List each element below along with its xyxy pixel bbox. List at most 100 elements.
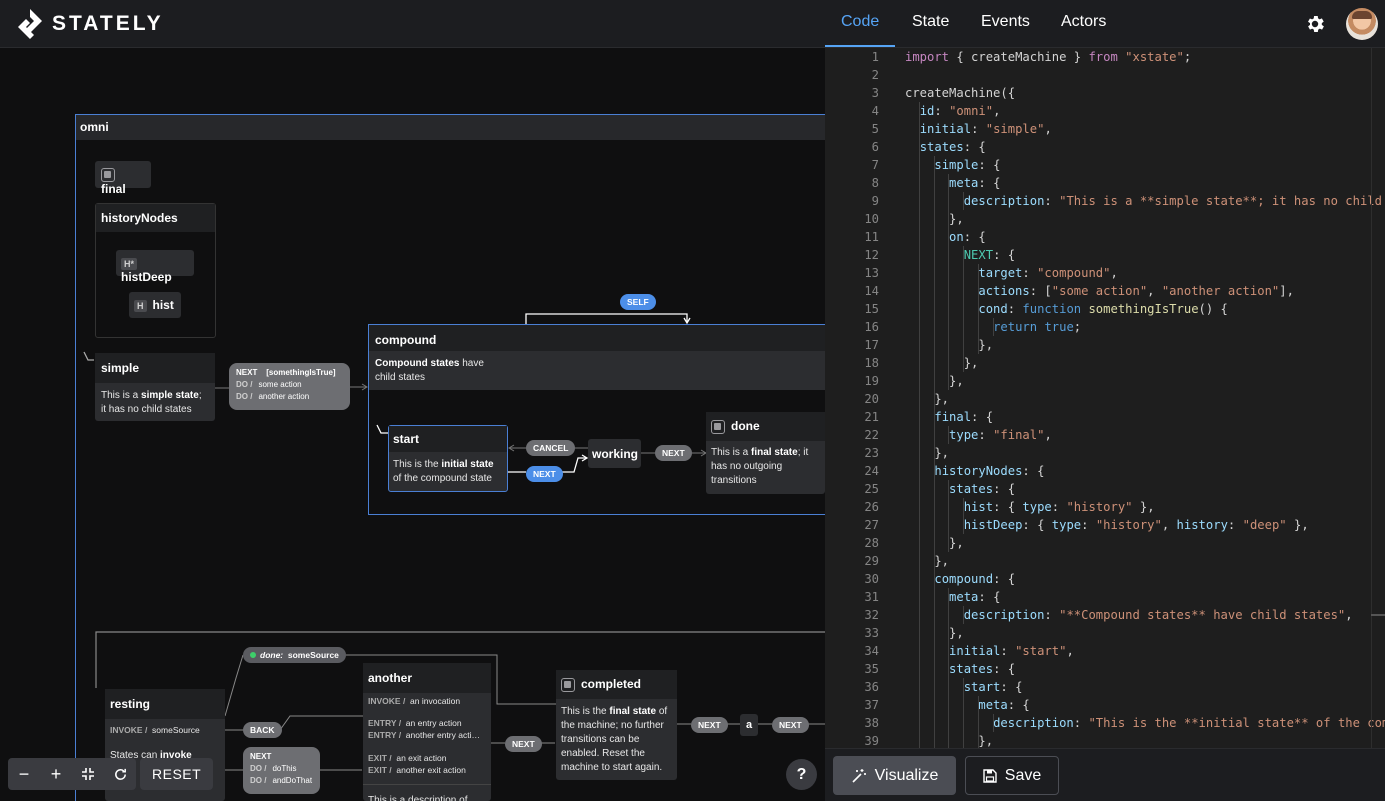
code-line[interactable]: 3 createMachine({ <box>825 84 1015 102</box>
code-line[interactable]: 5 initial: "simple", <box>825 120 1052 138</box>
code-line[interactable]: 22 type: "final", <box>825 426 1051 444</box>
line-number: 11 <box>864 230 879 244</box>
tab-actors[interactable]: Actors <box>1061 13 1106 31</box>
code-text: states: { <box>949 482 1016 496</box>
code-line[interactable]: 35 states: { <box>825 660 1015 678</box>
indent-guide <box>933 516 935 534</box>
indent-guide <box>933 462 935 480</box>
code-line[interactable]: 27 histDeep: { type: "history", history:… <box>825 516 1308 534</box>
code-line[interactable]: 17 }, <box>825 336 993 354</box>
code-line[interactable]: 15 cond: function somethingIsTrue() { <box>825 300 1228 318</box>
tab-state[interactable]: State <box>912 13 949 31</box>
code-line[interactable]: 34 initial: "start", <box>825 642 1074 660</box>
code-line[interactable]: 24 historyNodes: { <box>825 462 1044 480</box>
code-line[interactable]: 20 }, <box>825 390 949 408</box>
indent-guide <box>933 228 935 246</box>
code-line[interactable]: 16 return true; <box>825 318 1081 336</box>
transition-next-working[interactable]: NEXT <box>655 445 692 461</box>
code-line[interactable]: 32 description: "**Compound states** hav… <box>825 606 1352 624</box>
code-line[interactable]: 18 }, <box>825 354 978 372</box>
reset-view-button[interactable] <box>104 758 136 790</box>
code-line[interactable]: 2 <box>825 66 879 84</box>
tab-events[interactable]: Events <box>981 13 1030 31</box>
zoom-in-button[interactable]: + <box>40 758 72 790</box>
line-number: 30 <box>864 572 879 586</box>
code-line[interactable]: 37 meta: { <box>825 696 1029 714</box>
state-start[interactable]: start This is the initial state of the c… <box>388 425 508 492</box>
transition-next-do-this[interactable]: NEXT DO / doThis DO / andDoThat <box>243 747 320 794</box>
code-line[interactable]: 36 start: { <box>825 678 1022 696</box>
transition-next-completed[interactable]: NEXT <box>691 717 728 733</box>
state-history-nodes[interactable]: historyNodes H*histDeep Hhist <box>95 203 216 338</box>
code-line[interactable]: 21 final: { <box>825 408 993 426</box>
transition-done-source[interactable]: done: someSource <box>243 647 346 663</box>
state-simple[interactable]: simple This is a simple state; it has no… <box>95 353 215 421</box>
code-line[interactable]: 13 target: "compound", <box>825 264 1118 282</box>
stately-logo[interactable]: STATELY <box>18 9 164 39</box>
indent-guide <box>919 264 920 282</box>
code-line[interactable]: 4 id: "omni", <box>825 102 1001 120</box>
zoom-out-button[interactable]: − <box>8 758 40 790</box>
state-final[interactable]: final <box>95 161 151 196</box>
transition-next-start[interactable]: NEXT <box>526 466 563 482</box>
code-line[interactable]: 9 description: "This is a **simple state… <box>825 192 1382 210</box>
fit-view-button[interactable] <box>72 758 104 790</box>
code-line[interactable]: 31 meta: { <box>825 588 1000 606</box>
indent-guide <box>948 678 950 696</box>
code-line[interactable]: 30 compound: { <box>825 570 1015 588</box>
code-line[interactable]: 10 }, <box>825 210 963 228</box>
indent-guide <box>919 444 920 462</box>
transition-next-a[interactable]: NEXT <box>772 717 809 733</box>
save-button[interactable]: Save <box>965 756 1059 795</box>
code-line[interactable]: 33 }, <box>825 624 963 642</box>
state-completed[interactable]: completed This is the final state of the… <box>556 670 677 780</box>
diagram-canvas[interactable]: omni final historyNodes H*histDeep Hhist… <box>0 48 825 801</box>
state-done-title: done <box>731 419 760 433</box>
code-text: type: "final", <box>949 428 1052 442</box>
transition-cancel[interactable]: CANCEL <box>526 440 576 456</box>
indent-guide <box>933 318 935 336</box>
transition-self[interactable]: SELF <box>620 294 656 310</box>
code-line[interactable]: 26 hist: { type: "history" }, <box>825 498 1154 516</box>
state-hist[interactable]: Hhist <box>129 292 181 318</box>
visualize-button[interactable]: Visualize <box>833 756 956 795</box>
transition-next-another[interactable]: NEXT <box>505 736 542 752</box>
tab-code[interactable]: Code <box>841 13 879 31</box>
code-line[interactable]: 19 }, <box>825 372 963 390</box>
code-line[interactable]: 23 }, <box>825 444 949 462</box>
code-line[interactable]: 28 }, <box>825 534 963 552</box>
code-line[interactable]: 11 on: { <box>825 228 985 246</box>
history-icon: H <box>134 300 147 312</box>
code-line[interactable]: 12 NEXT: { <box>825 246 1015 264</box>
code-editor[interactable]: 1 import { createMachine } from "xstate";… <box>825 48 1385 748</box>
state-working-title: working <box>592 447 639 461</box>
line-number: 6 <box>871 140 879 154</box>
code-line[interactable]: 1 import { createMachine } from "xstate"; <box>825 48 1192 66</box>
code-line[interactable]: 38 description: "This is the **initial s… <box>825 714 1385 732</box>
state-working[interactable]: working <box>588 439 641 468</box>
code-line[interactable]: 6 states: { <box>825 138 986 156</box>
user-avatar[interactable] <box>1346 8 1378 40</box>
code-line[interactable]: 8 meta: { <box>825 174 1001 192</box>
state-a[interactable]: a <box>740 714 758 736</box>
code-line[interactable]: 7 simple: { <box>825 156 1001 174</box>
state-done[interactable]: done This is a final state; it has no ou… <box>706 412 825 494</box>
indent-guide <box>933 696 935 714</box>
help-button[interactable]: ? <box>786 759 817 790</box>
indent-guide <box>948 426 950 444</box>
code-line[interactable]: 29 }, <box>825 552 949 570</box>
editor-scrollbar[interactable] <box>1371 48 1385 748</box>
code-line[interactable]: 39 }, <box>825 732 993 748</box>
indent-guide <box>977 696 979 714</box>
gear-icon[interactable] <box>1304 13 1326 35</box>
transition-next-guarded[interactable]: NEXT [somethingIsTrue] DO / some action D… <box>229 363 350 410</box>
reset-button[interactable]: RESET <box>140 758 214 790</box>
transition-back[interactable]: BACK <box>243 722 282 738</box>
indent-guide <box>919 714 920 732</box>
code-line[interactable]: 25 states: { <box>825 480 1015 498</box>
state-another[interactable]: another INVOKE / an invocation ENTRY / a… <box>363 663 491 801</box>
state-hist-deep[interactable]: H*histDeep <box>116 250 194 284</box>
code-line[interactable]: 14 actions: ["some action", "another act… <box>825 282 1294 300</box>
state-compound[interactable]: compound Compound states have child stat… <box>369 325 825 390</box>
state-omni[interactable]: omni <box>76 115 825 140</box>
